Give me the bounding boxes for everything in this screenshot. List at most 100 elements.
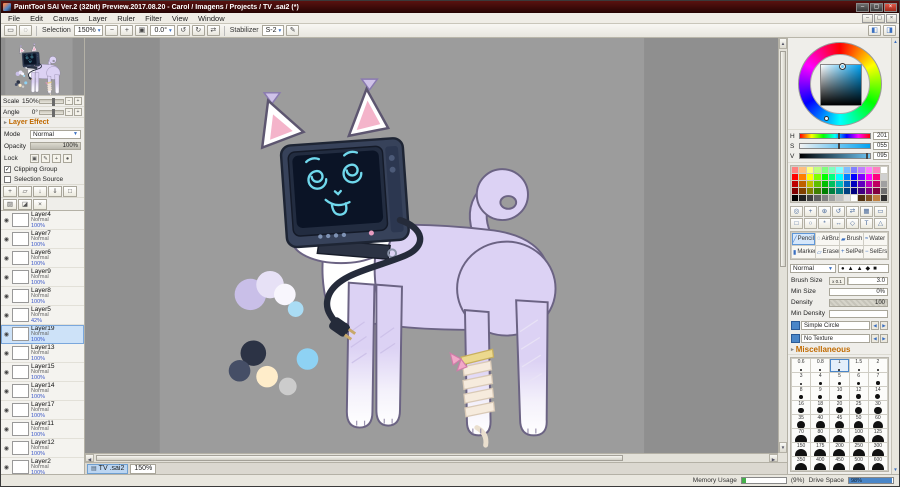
menu-edit[interactable]: Edit xyxy=(25,14,48,23)
text-icon[interactable]: T xyxy=(860,217,873,229)
color-swatch[interactable] xyxy=(799,167,806,173)
shape-prev-button[interactable]: ◀ xyxy=(871,321,879,330)
lock-position-icon[interactable]: + xyxy=(52,153,61,163)
brush-shape-select[interactable]: Simple Circle xyxy=(801,321,870,330)
hue-cursor[interactable] xyxy=(824,116,830,122)
grid-icon[interactable]: ▦ xyxy=(860,205,873,217)
mdi-restore-button[interactable]: ▢ xyxy=(874,13,885,23)
layer-row-layer15[interactable]: ◉ Layer15 Normal 100% xyxy=(1,363,84,382)
layer-row-layer4[interactable]: ◉ Layer4 Normal 100% xyxy=(1,211,84,230)
scroll-up-icon[interactable]: ▲ xyxy=(779,38,787,49)
color-swatch[interactable] xyxy=(814,167,821,173)
menu-ruler[interactable]: Ruler xyxy=(112,14,140,23)
min-density-slider[interactable] xyxy=(829,309,888,318)
brush-size-preset[interactable]: 450 xyxy=(830,457,849,470)
color-swatch[interactable] xyxy=(865,181,873,187)
color-swatch[interactable] xyxy=(792,181,799,187)
scale-plus-button[interactable]: + xyxy=(74,97,82,105)
layer-row-layer19[interactable]: ◉ Layer19 Normal 100% xyxy=(1,325,84,344)
scroll-right-icon[interactable]: ▶ xyxy=(769,454,778,462)
menu-view[interactable]: View xyxy=(167,14,193,23)
texture-prev-button[interactable]: ◀ xyxy=(871,334,879,343)
brush-size-preset[interactable]: 3 xyxy=(792,373,811,386)
brush-texture-select[interactable]: No Texture xyxy=(801,334,870,343)
menu-filter[interactable]: Filter xyxy=(140,14,167,23)
selection-source-checkbox[interactable] xyxy=(4,175,11,183)
clipping-group-checkbox[interactable]: ✓ xyxy=(4,165,11,173)
brush-size-preset[interactable]: 0.8 xyxy=(811,359,830,372)
horizontal-scroll-thumb[interactable] xyxy=(96,455,623,461)
menu-canvas[interactable]: Canvas xyxy=(48,14,83,23)
brush-size-preset[interactable]: 40 xyxy=(811,415,830,428)
miscellaneous-header[interactable]: ▸ Miscellaneous xyxy=(788,345,891,355)
min-size-slider[interactable]: 0% xyxy=(829,287,888,296)
color-swatch[interactable] xyxy=(828,174,836,180)
brush-size-preset[interactable]: 150 xyxy=(792,443,811,456)
transform-icon[interactable]: ◇ xyxy=(846,217,859,229)
color-swatch[interactable] xyxy=(858,195,865,201)
color-swatch[interactable] xyxy=(792,167,799,173)
color-swatch[interactable] xyxy=(836,181,843,187)
brush-size-preset[interactable]: 7 xyxy=(868,373,887,386)
layer-visibility-icon[interactable]: ◉ xyxy=(2,217,11,224)
color-swatch[interactable] xyxy=(821,167,828,173)
angle-plus-button[interactable]: + xyxy=(74,108,82,116)
brush-size-preset[interactable]: 16 xyxy=(792,401,811,414)
color-swatch[interactable] xyxy=(865,174,873,180)
brush-size-preset[interactable]: 60 xyxy=(868,415,887,428)
layer-row-layer14[interactable]: ◉ Layer14 Normal 100% xyxy=(1,382,84,401)
panel-scrollbar[interactable]: ▲ ▼ xyxy=(891,38,899,474)
tool-brush[interactable]: ▰ Brush xyxy=(840,233,863,245)
layer-visibility-icon[interactable]: ◉ xyxy=(2,293,11,300)
brush-tip-icon[interactable]: ■ xyxy=(873,265,877,273)
delete-layer-icon[interactable]: × xyxy=(33,198,47,210)
layer-row-layer11[interactable]: ◉ Layer11 Normal 100% xyxy=(1,420,84,439)
color-swatch[interactable] xyxy=(843,174,851,180)
color-swatch[interactable] xyxy=(851,174,858,180)
select-lasso-icon[interactable]: ○ xyxy=(804,217,817,229)
color-swatch[interactable] xyxy=(880,174,887,180)
brush-tip-icon[interactable]: ◆ xyxy=(866,265,871,273)
texture-next-button[interactable]: ▶ xyxy=(880,334,888,343)
angle-minus-button[interactable]: − xyxy=(65,108,73,116)
flip-view-icon[interactable]: ⇄ xyxy=(846,205,859,217)
tool-pencil[interactable]: ╱ Pencil xyxy=(792,233,815,245)
clipping-group-row[interactable]: ✓ Clipping Group xyxy=(1,164,84,174)
color-swatch[interactable] xyxy=(880,195,887,201)
color-swatch[interactable] xyxy=(828,167,836,173)
color-swatch[interactable] xyxy=(814,188,821,194)
color-swatch[interactable] xyxy=(828,181,836,187)
color-swatch[interactable] xyxy=(880,188,887,194)
panel-scroll-down-icon[interactable]: ▼ xyxy=(892,466,899,474)
zoom-value-box[interactable]: 150% ▾ xyxy=(73,25,104,36)
zoom-reset-button[interactable]: ▣ xyxy=(135,25,149,36)
color-swatch[interactable] xyxy=(799,174,806,180)
mdi-minimize-button[interactable]: – xyxy=(862,13,873,23)
color-swatch[interactable] xyxy=(806,181,814,187)
brush-size-preset[interactable]: 35 xyxy=(792,415,811,428)
layer-mode-select[interactable]: Normal ▼ xyxy=(30,129,81,139)
clear-layer-icon[interactable]: □ xyxy=(63,185,77,197)
panel-scroll-up-icon[interactable]: ▲ xyxy=(892,38,899,46)
color-swatch[interactable] xyxy=(792,188,799,194)
brush-size-preset[interactable]: 10 xyxy=(830,387,849,400)
color-swatch[interactable] xyxy=(851,181,858,187)
rotate-cw-button[interactable]: ↻ xyxy=(191,25,205,36)
color-swatch[interactable] xyxy=(858,174,865,180)
brush-size-preset[interactable]: 100 xyxy=(849,429,868,442)
brush-tip-icon[interactable]: ● xyxy=(841,265,845,273)
brush-size-preset[interactable]: 250 xyxy=(849,443,868,456)
opacity-slider[interactable]: 100% xyxy=(30,142,81,150)
color-swatch[interactable] xyxy=(873,167,880,173)
layer-row-layer5[interactable]: ◉ Layer5 Normal 42% xyxy=(1,306,84,325)
tool-selpen[interactable]: + SelPen xyxy=(840,246,863,258)
layer-visibility-icon[interactable]: ◉ xyxy=(2,331,11,338)
color-swatch[interactable] xyxy=(836,167,843,173)
layer-visibility-icon[interactable]: ◉ xyxy=(2,426,11,433)
eyedropper-icon[interactable]: ◎ xyxy=(790,205,803,217)
color-swatch[interactable] xyxy=(821,195,828,201)
rotate-ccw-button[interactable]: ↺ xyxy=(176,25,190,36)
layer-visibility-icon[interactable]: ◉ xyxy=(2,388,11,395)
merge-down-icon[interactable]: ⇓ xyxy=(48,185,62,197)
crop-icon[interactable]: ▭ xyxy=(874,205,887,217)
